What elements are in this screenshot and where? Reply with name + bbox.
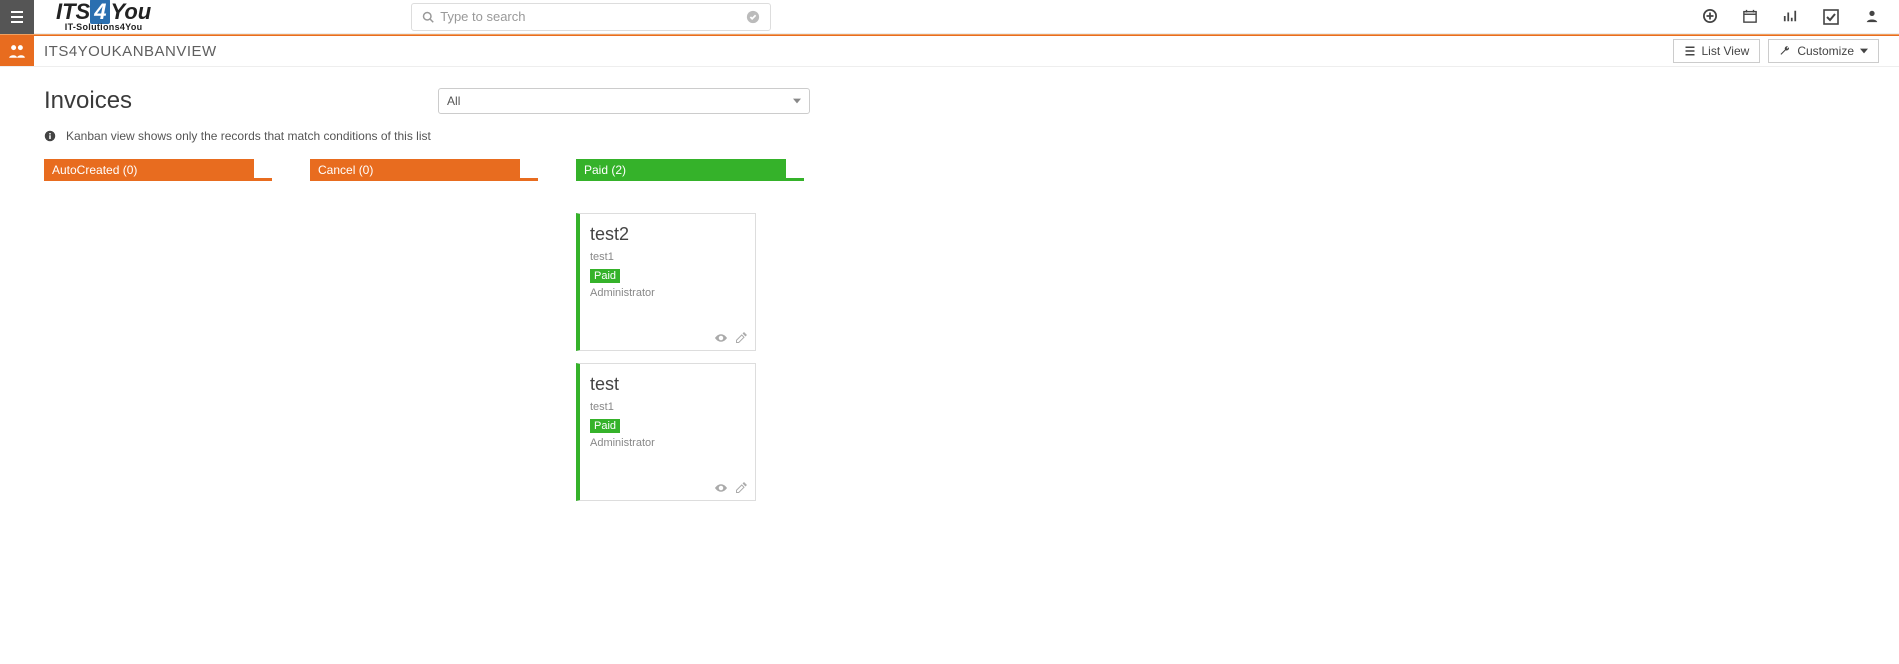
card-title: test2 <box>590 224 743 245</box>
logo-main: ITS4You <box>56 1 151 23</box>
kanban-card[interactable]: test2 test1 Paid Administrator <box>576 213 756 351</box>
column-header[interactable]: Cancel (0) <box>310 159 520 181</box>
content: Invoices All Kanban view shows only the … <box>0 67 1899 521</box>
checkbox-icon <box>1823 9 1839 25</box>
column-header[interactable]: Paid (2) <box>576 159 786 181</box>
tick-circle-icon[interactable] <box>746 10 760 24</box>
breadcrumb: ITS4YOUKANBANVIEW <box>44 43 217 60</box>
kanban-column: AutoCreated (0) <box>44 159 276 501</box>
column-accent <box>786 178 804 181</box>
search-placeholder: Type to search <box>440 9 525 24</box>
info-circle-icon <box>44 130 56 142</box>
page-title: Invoices <box>44 87 132 115</box>
logo-left: ITS <box>56 0 90 24</box>
plus-circle-icon <box>1703 9 1717 23</box>
menu-icon <box>9 9 25 25</box>
card-owner: Administrator <box>590 287 743 299</box>
column-accent <box>254 178 272 181</box>
card-owner: Administrator <box>590 437 743 449</box>
reports-button[interactable] <box>1783 9 1797 25</box>
subbar: ITS4YOUKANBANVIEW List View Customize <box>0 36 1899 66</box>
user-menu[interactable] <box>1865 9 1879 25</box>
column-label: Cancel (0) <box>318 163 373 177</box>
card-status-badge: Paid <box>590 269 620 283</box>
column-label: Paid (2) <box>584 163 626 177</box>
user-icon <box>1865 9 1879 23</box>
logo[interactable]: ITS4You IT-Solutions4You <box>56 1 151 32</box>
top-action-icons <box>1703 9 1879 25</box>
column-label: AutoCreated (0) <box>52 163 137 177</box>
info-text: Kanban view shows only the records that … <box>66 129 431 143</box>
card-view-button[interactable] <box>715 482 727 494</box>
quick-create-button[interactable] <box>1703 9 1717 25</box>
logo-right: You <box>110 0 151 24</box>
card-title: test <box>590 374 743 395</box>
info-row: Kanban view shows only the records that … <box>44 129 1899 143</box>
card-subject: test1 <box>590 401 743 413</box>
list-view-button[interactable]: List View <box>1673 39 1761 63</box>
search-wrap: Type to search <box>411 3 771 31</box>
logo-mid: 4 <box>90 0 110 24</box>
card-subject: test1 <box>590 251 743 263</box>
filter-select[interactable]: All <box>438 88 810 114</box>
kanban-card[interactable]: test test1 Paid Administrator <box>576 363 756 501</box>
module-icon[interactable] <box>0 36 34 66</box>
logo-sub: IT-Solutions4You <box>65 23 143 32</box>
eye-icon <box>715 482 727 494</box>
topbar: ITS4You IT-Solutions4You Type to search <box>0 0 1899 34</box>
list-view-label: List View <box>1702 44 1750 58</box>
column-accent <box>520 178 538 181</box>
card-edit-button[interactable] <box>735 482 747 494</box>
kanban-columns: AutoCreated (0) Cancel (0) Paid (2) <box>44 159 1899 501</box>
calendar-icon <box>1743 9 1757 23</box>
group-icon <box>8 42 26 60</box>
barchart-icon <box>1783 9 1797 23</box>
card-status-badge: Paid <box>590 419 620 433</box>
kanban-column: Cancel (0) <box>310 159 542 501</box>
dropdown-caret-icon <box>793 97 801 105</box>
column-cards: test2 test1 Paid Administrator test test… <box>576 213 808 501</box>
filter-value: All <box>447 94 460 108</box>
kanban-column: Paid (2) test2 test1 Paid Administrator <box>576 159 808 501</box>
calendar-button[interactable] <box>1743 9 1757 25</box>
customize-button[interactable]: Customize <box>1768 39 1879 63</box>
column-header[interactable]: AutoCreated (0) <box>44 159 254 181</box>
content-header: Invoices All <box>44 87 1899 115</box>
main-menu-button[interactable] <box>0 0 34 34</box>
global-search[interactable]: Type to search <box>411 3 771 31</box>
search-icon <box>422 11 434 23</box>
card-view-button[interactable] <box>715 332 727 344</box>
customize-label: Customize <box>1797 44 1854 58</box>
tasks-button[interactable] <box>1823 9 1839 25</box>
wrench-icon <box>1779 45 1791 57</box>
card-edit-button[interactable] <box>735 332 747 344</box>
edit-icon <box>735 332 747 344</box>
caret-down-icon <box>1860 47 1868 55</box>
list-icon <box>1684 45 1696 57</box>
eye-icon <box>715 332 727 344</box>
edit-icon <box>735 482 747 494</box>
